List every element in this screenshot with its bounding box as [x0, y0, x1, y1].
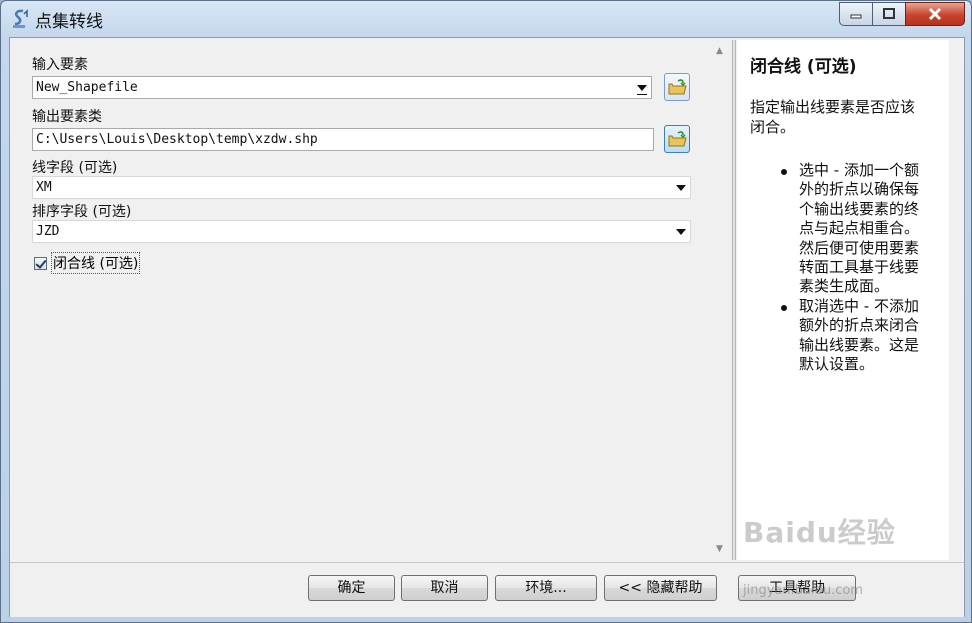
input-features-combo[interactable]: New_Shapefile [32, 76, 652, 99]
output-features-browse-button[interactable] [664, 125, 690, 153]
baidu-jingyan-watermark: Baidu经验 [743, 516, 896, 549]
maximize-button[interactable] [872, 2, 906, 26]
environments-button[interactable]: 环境... [495, 575, 597, 601]
close-line-checkbox[interactable] [34, 256, 47, 270]
help-pane: 闭合线 (可选) 指定输出线要素是否应该闭合。 选中 - 添加一个额外的折点以确… [737, 40, 949, 560]
input-features-value: New_Shapefile [36, 80, 138, 95]
cancel-button[interactable]: 取消 [401, 575, 488, 601]
input-features-browse-button[interactable] [664, 73, 690, 101]
sort-field-label: 排序字段 (可选) [32, 204, 132, 220]
hide-help-button[interactable]: << 隐藏帮助 [604, 575, 717, 601]
title-bar[interactable]: 点集转线 [1, 1, 971, 37]
close-icon [928, 7, 942, 21]
pane-splitter[interactable] [732, 40, 736, 560]
sort-field-combo[interactable]: JZD [32, 220, 691, 243]
parameters-scrollbar[interactable]: ▲ ▼ [712, 40, 729, 560]
help-list-item: 选中 - 添加一个额外的折点以确保每个输出线要素的终点与起点相重合。然后便可使用… [771, 161, 921, 297]
output-features-value: C:\Users\Louis\Desktop\temp\xzdw.shp [36, 132, 318, 147]
output-features-label: 输出要素类 [32, 109, 102, 125]
help-list: 选中 - 添加一个额外的折点以确保每个输出线要素的终点与起点相重合。然后便可使用… [771, 161, 921, 374]
chevron-down-icon [676, 185, 686, 191]
input-features-label: 输入要素 [32, 57, 88, 73]
chevron-down-icon [676, 229, 686, 235]
sort-field-value: JZD [36, 224, 60, 239]
scroll-down-icon[interactable]: ▼ [716, 544, 723, 554]
line-field-combo[interactable]: XM [32, 176, 691, 199]
close-line-label: 闭合线 (可选) [51, 252, 141, 274]
minimize-icon [850, 14, 862, 19]
tool-dialog-window: 点集转线 输入要素 New_Shapefile 输出要素类 C:\Users\L… [0, 0, 972, 623]
window-title: 点集转线 [35, 12, 103, 32]
close-button[interactable] [905, 2, 965, 26]
close-line-option[interactable]: 闭合线 (可选) [34, 252, 141, 274]
open-folder-icon [668, 79, 687, 95]
tool-icon [13, 9, 28, 28]
line-field-value: XM [36, 180, 52, 195]
maximize-icon [883, 8, 895, 19]
watermark-url: jingyan.baidu.com [743, 583, 863, 598]
open-folder-icon [668, 131, 687, 147]
line-field-label: 线字段 (可选) [32, 160, 118, 176]
chevron-down-icon [637, 85, 647, 91]
ok-button[interactable]: 确定 [308, 575, 395, 601]
scroll-up-icon[interactable]: ▲ [716, 46, 723, 56]
help-title: 闭合线 (可选) [750, 57, 857, 77]
minimize-button[interactable] [839, 2, 873, 26]
help-description: 指定输出线要素是否应该闭合。 [750, 98, 916, 136]
output-features-input[interactable]: C:\Users\Louis\Desktop\temp\xzdw.shp [32, 128, 654, 151]
parameters-pane: 输入要素 New_Shapefile 输出要素类 C:\Users\Louis\… [12, 40, 729, 560]
help-scrollbar[interactable] [950, 40, 964, 560]
help-list-item: 取消选中 - 不添加额外的折点来闭合输出线要素。这是默认设置。 [771, 297, 921, 375]
